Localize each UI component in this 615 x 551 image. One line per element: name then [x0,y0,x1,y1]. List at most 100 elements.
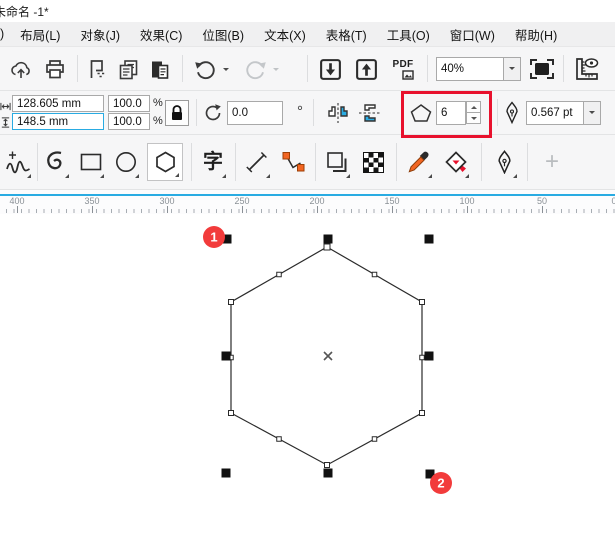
menu-bar: ) 布局(L) 对象(J) 效果(C) 位图(B) 文本(X) 表格(T) 工具… [0,22,615,47]
node-marker[interactable] [276,436,282,442]
zoom-level-dropdown-button[interactable] [503,57,521,81]
menu-item-window[interactable]: 窗口(W) [440,25,505,44]
selection-handle[interactable] [323,234,333,244]
outline-width-input[interactable] [526,101,584,125]
separator [37,143,38,181]
paste-button[interactable] [145,54,173,84]
lock-ratio-button[interactable] [165,100,189,126]
rectangle-tool-button[interactable] [75,143,107,181]
object-width-input[interactable] [12,95,104,112]
eyedropper-tool-button[interactable] [403,143,435,181]
node-marker[interactable] [323,243,331,251]
separator [563,55,564,82]
zoom-level-input[interactable] [436,57,504,81]
title-bar: 未命名 -1* [0,0,615,22]
undo-flyout-button[interactable] [220,54,232,84]
mirror-vertical-button[interactable] [356,100,384,126]
undo-button[interactable] [190,54,220,84]
object-height-input[interactable] [12,113,104,130]
node-marker[interactable] [371,436,378,442]
ruler-eye-icon [576,58,599,80]
eyedropper-icon [408,151,429,173]
ruler-label: 300 [159,196,175,206]
import-button[interactable] [315,54,345,84]
publish-pdf-button[interactable]: PDF [387,54,419,84]
selection-handle[interactable] [221,351,231,361]
menu-item-help[interactable]: 帮助(H) [505,25,567,44]
menu-item-tools[interactable]: 工具(O) [377,25,440,44]
horizontal-ruler[interactable]: 400 350 300 250 200 150 100 50 0 [0,190,615,214]
add-tool-button[interactable]: + [536,143,568,181]
separator [497,99,498,126]
connector-tool-button[interactable] [277,143,309,181]
outline-width-dropdown-button[interactable] [583,101,601,125]
copy-button[interactable] [114,54,142,84]
node-marker[interactable] [324,462,330,468]
export-button[interactable] [351,54,381,84]
pen-tool-button[interactable] [488,143,520,181]
ruler-label: 350 [84,196,100,206]
menu-item-text[interactable]: 文本(X) [254,25,316,44]
cloud-upload-button[interactable] [7,54,35,84]
menu-item-layout[interactable]: 布局(L) [10,25,70,44]
selection-handle[interactable] [323,468,333,478]
copy-icon [119,59,137,79]
node-marker[interactable] [371,271,378,278]
ruler-major-tick [392,206,393,213]
hexagon-shape[interactable] [230,246,423,466]
text-tool-button[interactable]: 字 [197,143,229,181]
node-marker[interactable] [228,410,234,416]
annotation-badge-2: 2 [430,472,452,494]
freehand-tool-button[interactable] [2,143,34,181]
selection-handle[interactable] [221,468,231,478]
menu-item-bitmaps[interactable]: 位图(B) [192,25,254,44]
standard-toolbar: PDF [0,47,615,91]
annotation-highlight-box [401,91,492,138]
text-tool-icon: 字 [203,151,223,173]
selection-handle[interactable] [424,234,434,244]
curve-tool-button[interactable] [40,143,72,181]
menu-item-table[interactable]: 表格(T) [316,25,377,44]
scale-v-input[interactable] [108,113,150,130]
menu-item-object[interactable]: 对象(J) [70,25,130,44]
redo-flyout-button[interactable] [270,54,282,84]
outline-pen-icon [506,101,518,124]
redo-button[interactable] [240,54,270,84]
ellipse-tool-button[interactable] [110,143,142,181]
node-marker[interactable] [419,354,425,361]
ruler-visibility-button[interactable] [571,54,603,84]
separator [313,99,314,126]
ruler-major-tick [317,206,318,213]
rectangle-icon [80,153,102,171]
rotation-angle-input[interactable] [227,101,283,125]
node-marker[interactable] [276,271,282,278]
polygon-tool-button[interactable] [147,143,183,181]
ellipse-icon [116,152,136,172]
scale-h-input[interactable] [108,95,150,112]
node-marker[interactable] [419,410,425,416]
smart-fill-tool-button[interactable] [440,143,472,181]
node-marker[interactable] [228,299,234,305]
svg-text:1: 1 [210,230,217,245]
dimension-tool-button[interactable] [241,143,273,181]
pattern-fill-icon [362,151,384,173]
drawing-canvas[interactable]: 1 2 [0,214,615,551]
drop-shadow-tool-button[interactable] [321,143,353,181]
selection-handle[interactable] [424,351,434,361]
cut-button[interactable] [84,54,110,84]
export-icon [355,58,377,80]
pdf-icon: PDF [392,58,414,70]
window-title: 未命名 -1* [0,4,49,19]
separator [191,143,192,181]
node-marker[interactable] [419,299,425,305]
mirror-horizontal-button[interactable] [324,100,352,126]
menu-item-partial[interactable]: ) [0,27,10,41]
print-button[interactable] [41,54,69,84]
ruler-major-tick [167,206,168,213]
mirror-horizontal-icon [328,103,348,123]
ruler-major-tick [542,206,543,213]
separator [235,143,236,181]
fullscreen-preview-button[interactable] [527,54,557,84]
menu-item-effects[interactable]: 效果(C) [130,25,192,44]
pattern-fill-tool-button[interactable] [357,143,389,181]
